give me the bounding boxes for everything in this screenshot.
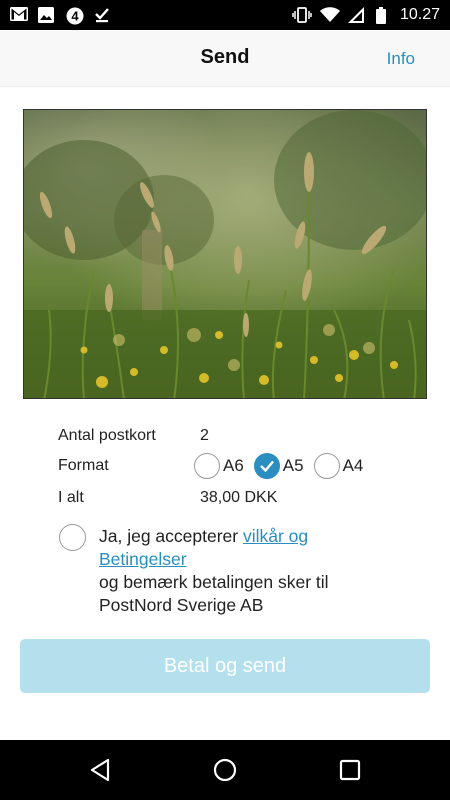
wifi-icon xyxy=(319,7,340,23)
channel4-glyph: 4 xyxy=(71,9,79,24)
home-icon[interactable] xyxy=(212,757,238,783)
radio-a4[interactable] xyxy=(313,453,340,479)
info-button[interactable]: Info xyxy=(387,49,415,69)
count-value: 2 xyxy=(200,427,209,444)
back-icon[interactable] xyxy=(87,757,113,783)
format-label: Format xyxy=(58,457,109,474)
checkmark-icon xyxy=(259,460,274,473)
channel4-icon: 4 xyxy=(66,7,84,25)
radio-a5[interactable] xyxy=(253,453,280,479)
total-label: I alt xyxy=(58,489,84,506)
format-option-label: A5 xyxy=(282,456,304,475)
signal-icon xyxy=(347,7,366,23)
app-bar: Send Info xyxy=(0,30,450,87)
format-option-a6[interactable]: A6 xyxy=(194,453,244,479)
total-value: 38,00 DKK xyxy=(200,489,278,506)
battery-icon xyxy=(375,7,386,24)
vibrate-icon xyxy=(292,7,312,23)
format-row: Format A6 A5 A4 xyxy=(58,453,373,479)
navigation-bar xyxy=(0,740,450,800)
format-option-a5[interactable]: A5 xyxy=(253,453,304,479)
total-row: I alt 38,00 DKK xyxy=(58,486,277,510)
format-option-label: A6 xyxy=(223,456,244,475)
terms-prefix: Ja, jeg accepterer xyxy=(99,526,243,546)
postcard-photo xyxy=(23,109,427,399)
count-row: Antal postkort 2 xyxy=(58,424,209,448)
format-options: A6 A5 A4 xyxy=(194,453,373,479)
image-icon xyxy=(38,7,56,23)
gmail-icon xyxy=(10,7,28,23)
status-right-icons: 10.27 xyxy=(292,6,440,24)
pay-and-send-button[interactable]: Betal og send xyxy=(20,639,430,693)
recents-icon[interactable] xyxy=(337,757,363,783)
format-option-a4[interactable]: A4 xyxy=(313,453,364,479)
status-time: 10.27 xyxy=(399,6,440,23)
format-option-label: A4 xyxy=(342,456,364,475)
radio-a6[interactable] xyxy=(194,453,220,479)
count-label: Antal postkort xyxy=(58,427,156,444)
terms-suffix: og bemærk betalingen sker til PostNord S… xyxy=(99,572,329,615)
status-bar: 4 10.27 xyxy=(0,0,450,30)
status-left-icons: 4 xyxy=(10,7,112,25)
page-title: Send xyxy=(200,46,250,68)
terms-accept-radio[interactable] xyxy=(59,524,86,551)
download-done-icon xyxy=(94,7,112,23)
terms-text: Ja, jeg accepterer vilkår og Betingelser… xyxy=(99,525,399,617)
